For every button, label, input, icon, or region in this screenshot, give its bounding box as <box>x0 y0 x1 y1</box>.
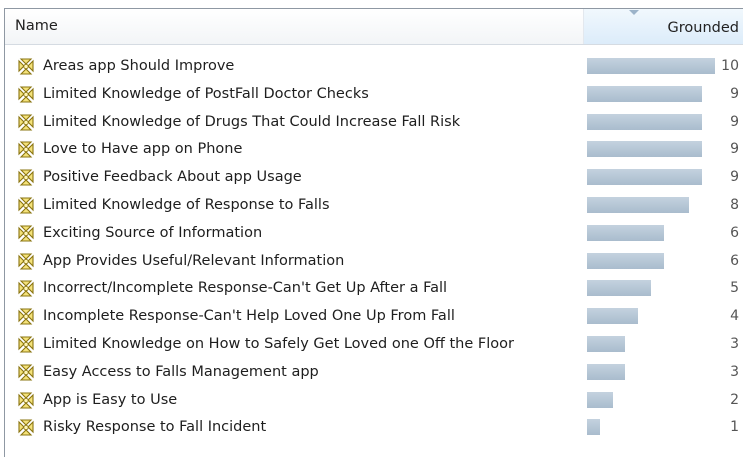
grounded-bar <box>587 58 715 74</box>
grounded-bar <box>587 391 613 408</box>
table-row[interactable]: Limited Knowledge of Response to Falls 8 <box>5 192 743 220</box>
table-row[interactable]: Limited Knowledge on How to Safely Get L… <box>5 331 743 359</box>
codes-list: Areas app Should Improve 10 Limited Knowle… <box>5 53 743 442</box>
code-node-icon <box>16 224 36 244</box>
code-node-icon <box>16 279 36 299</box>
table-row[interactable]: App Provides Useful/Relevant Information… <box>5 248 743 276</box>
row-name: App Provides Useful/Relevant Information <box>43 252 345 269</box>
grounded-count: 8 <box>730 196 739 213</box>
row-name: Positive Feedback About app Usage <box>43 169 302 186</box>
row-name: Limited Knowledge of PostFall Doctor Che… <box>43 85 369 102</box>
row-name: Easy Access to Falls Management app <box>43 363 319 380</box>
row-name: Limited Knowledge of Response to Falls <box>43 196 330 213</box>
code-node-icon <box>16 335 36 355</box>
grounded-bar <box>587 308 638 325</box>
table-row[interactable]: Exciting Source of Information 6 <box>5 220 743 248</box>
grounded-bar <box>587 280 651 297</box>
code-node-icon <box>16 307 36 327</box>
row-name: Incorrect/Incomplete Response-Can't Get … <box>43 280 448 297</box>
table-row[interactable]: Love to Have app on Phone 9 <box>5 136 743 164</box>
code-node-icon <box>16 363 36 383</box>
grounded-bar <box>587 196 689 213</box>
column-header-grounded[interactable]: Grounded <box>584 9 743 44</box>
row-name: Areas app Should Improve <box>43 58 235 74</box>
code-node-icon <box>16 418 36 438</box>
table-row[interactable]: Limited Knowledge of Drugs That Could In… <box>5 109 743 137</box>
grounded-count: 6 <box>730 224 739 241</box>
grounded-bar <box>587 224 664 241</box>
grounded-count: 9 <box>730 169 739 186</box>
grounded-count: 2 <box>730 391 739 408</box>
code-node-icon <box>16 391 36 411</box>
column-header-name[interactable]: Name <box>5 9 584 44</box>
grounded-bar <box>587 141 702 158</box>
code-node-icon <box>16 113 36 133</box>
grounded-bar <box>587 113 702 130</box>
sort-descending-icon <box>629 10 639 15</box>
table-row[interactable]: Incomplete Response-Can't Help Loved One… <box>5 303 743 331</box>
grounded-bar <box>587 85 702 102</box>
row-name: Incomplete Response-Can't Help Loved One… <box>43 308 455 325</box>
grounded-count: 3 <box>730 363 739 380</box>
row-name: App is Easy to Use <box>43 391 178 408</box>
table-row[interactable]: Areas app Should Improve 10 <box>5 53 743 81</box>
grounded-count: 10 <box>721 58 739 74</box>
row-name: Exciting Source of Information <box>43 224 263 241</box>
code-node-icon <box>16 168 36 188</box>
grounded-bar <box>587 252 664 269</box>
column-header-grounded-label: Grounded <box>667 20 739 36</box>
code-node-icon <box>16 196 36 216</box>
grounded-count: 9 <box>730 113 739 130</box>
grounded-count: 9 <box>730 141 739 158</box>
grounded-count: 3 <box>730 335 739 352</box>
code-node-icon <box>16 140 36 160</box>
code-node-icon <box>16 57 36 77</box>
code-node-icon <box>16 252 36 272</box>
grounded-bar <box>587 169 702 186</box>
grounded-count: 1 <box>730 419 739 436</box>
code-node-icon <box>16 85 36 105</box>
table-row[interactable]: Incorrect/Incomplete Response-Can't Get … <box>5 275 743 303</box>
table-row[interactable]: Risky Response to Fall Incident 1 <box>5 414 743 442</box>
table-row[interactable]: Easy Access to Falls Management app 3 <box>5 359 743 387</box>
table-row[interactable]: Limited Knowledge of PostFall Doctor Che… <box>5 81 743 109</box>
grounded-count: 4 <box>730 308 739 325</box>
codes-list-view: Name Grounded Areas app Should Improve 10… <box>4 8 743 457</box>
grounded-count: 5 <box>730 280 739 297</box>
grounded-count: 6 <box>730 252 739 269</box>
grounded-count: 9 <box>730 85 739 102</box>
grounded-bar <box>587 335 625 352</box>
column-header-row: Name Grounded <box>5 9 743 45</box>
table-row[interactable]: App is Easy to Use 2 <box>5 387 743 415</box>
grounded-bar <box>587 363 625 380</box>
row-name: Limited Knowledge of Drugs That Could In… <box>43 113 461 130</box>
row-name: Love to Have app on Phone <box>43 141 243 158</box>
row-name: Risky Response to Fall Incident <box>43 419 267 436</box>
row-name: Limited Knowledge on How to Safely Get L… <box>43 335 514 352</box>
table-row[interactable]: Positive Feedback About app Usage 9 <box>5 164 743 192</box>
grounded-bar <box>587 419 600 436</box>
